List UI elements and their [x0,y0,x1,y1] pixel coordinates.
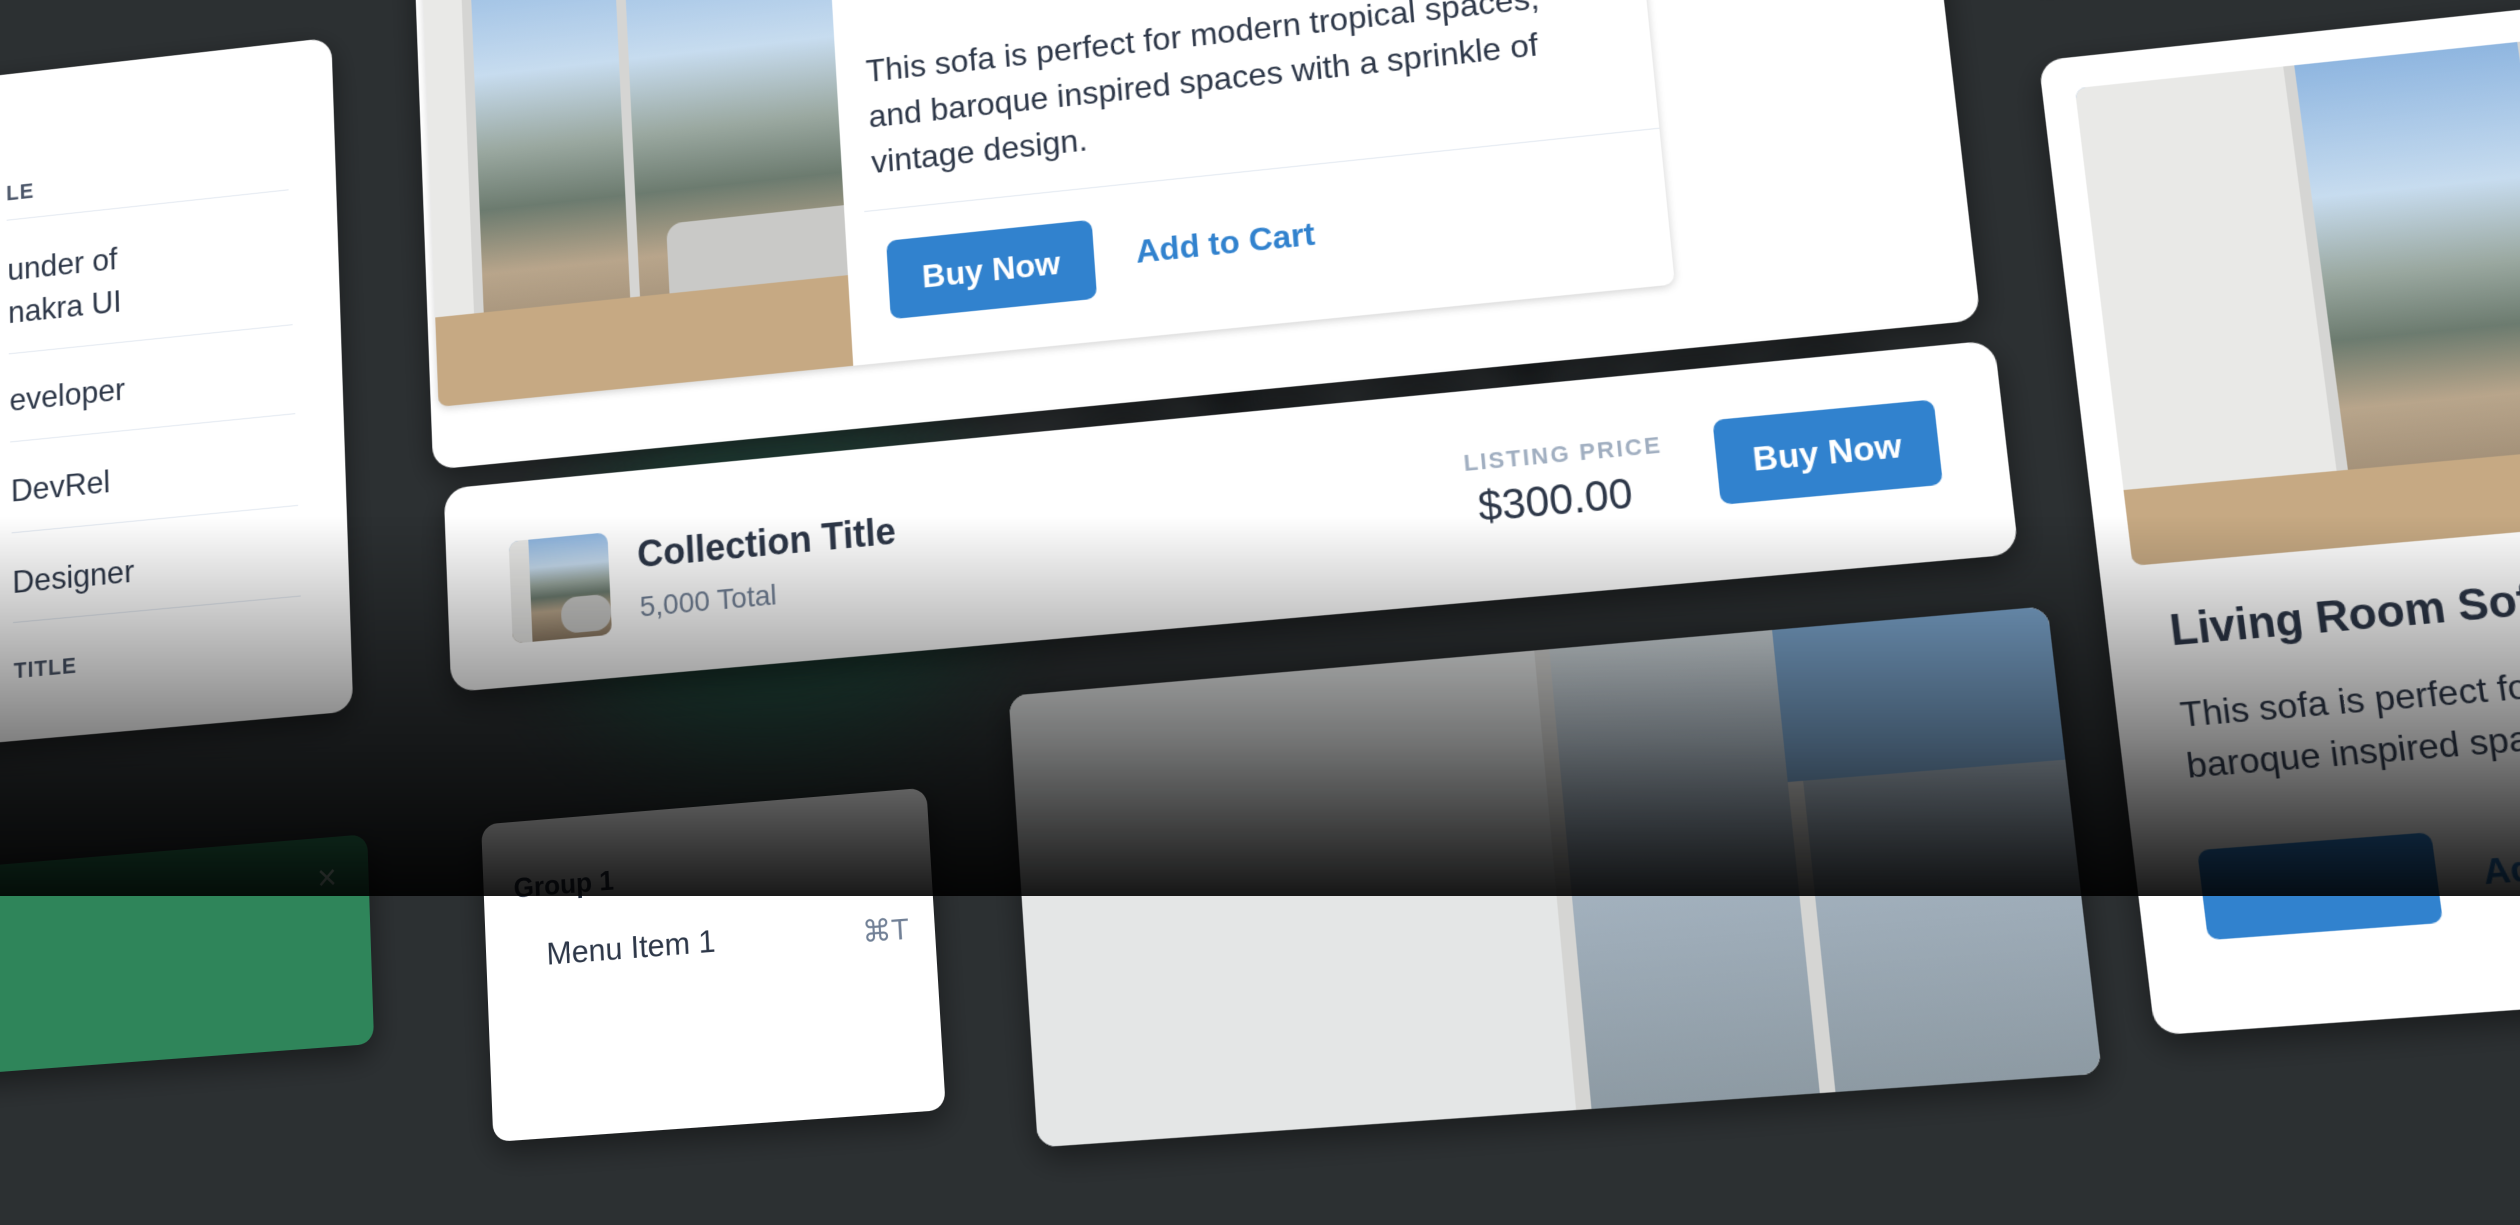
right-buy-now-button[interactable] [2197,832,2444,941]
table-divider [6,189,289,221]
toast-close-icon[interactable]: × [317,857,338,899]
table-divider [12,595,301,624]
right-product-title: Living Room Sofa [2167,573,2520,656]
buy-now-button[interactable]: Buy Now [886,219,1098,320]
menu-shortcut: ⌘T [861,911,910,949]
table-cell: eveloper [9,370,126,418]
showcase-stage: chakra LE under of nakra UI eveloper Dev… [0,0,2520,1148]
table-divider [10,413,296,443]
listing-price: $300.00 [1476,470,1635,532]
right-product-image [2074,17,2520,566]
product-card-inner: This sofa is perfect for modern tropical… [421,0,1675,407]
collection-thumbnail [508,532,613,644]
table-divider [11,504,299,534]
collection-subtitle: 5,000 Total [639,578,778,623]
menu-group-label: Group 1 [513,864,615,904]
success-toast: × [0,834,375,1078]
table-footer-header: TITLE [13,652,78,684]
large-interior-image [1008,606,2103,1148]
add-to-cart-link[interactable]: Add to Cart [1135,215,1317,271]
table-cell: DevRel [10,463,111,509]
table-cell: under of [7,240,118,288]
skylight-beam [1772,606,2077,783]
large-image-card [1008,606,2103,1148]
menu-item-label[interactable]: Menu Item 1 [546,924,717,973]
menu-card: Group 1 Menu Item 1 ⌘T [481,787,946,1143]
product-image [421,0,854,407]
collection-buy-now-button[interactable]: Buy Now [1712,399,1944,505]
left-table-card: LE under of nakra UI eveloper DevRel Des… [0,37,354,748]
right-product-card: Living Room Sofa This sofa is perfect fo… [2038,0,2520,1036]
right-add-to-cart-link[interactable]: Add to C [2480,839,2520,893]
listing-price-label: LISTING PRICE [1462,431,1664,477]
table-divider [8,324,293,355]
table-cell: Designer [12,552,135,601]
table-cell: nakra UI [7,283,122,331]
table-header: LE [6,178,35,206]
collection-title: Collection Title [636,509,898,576]
